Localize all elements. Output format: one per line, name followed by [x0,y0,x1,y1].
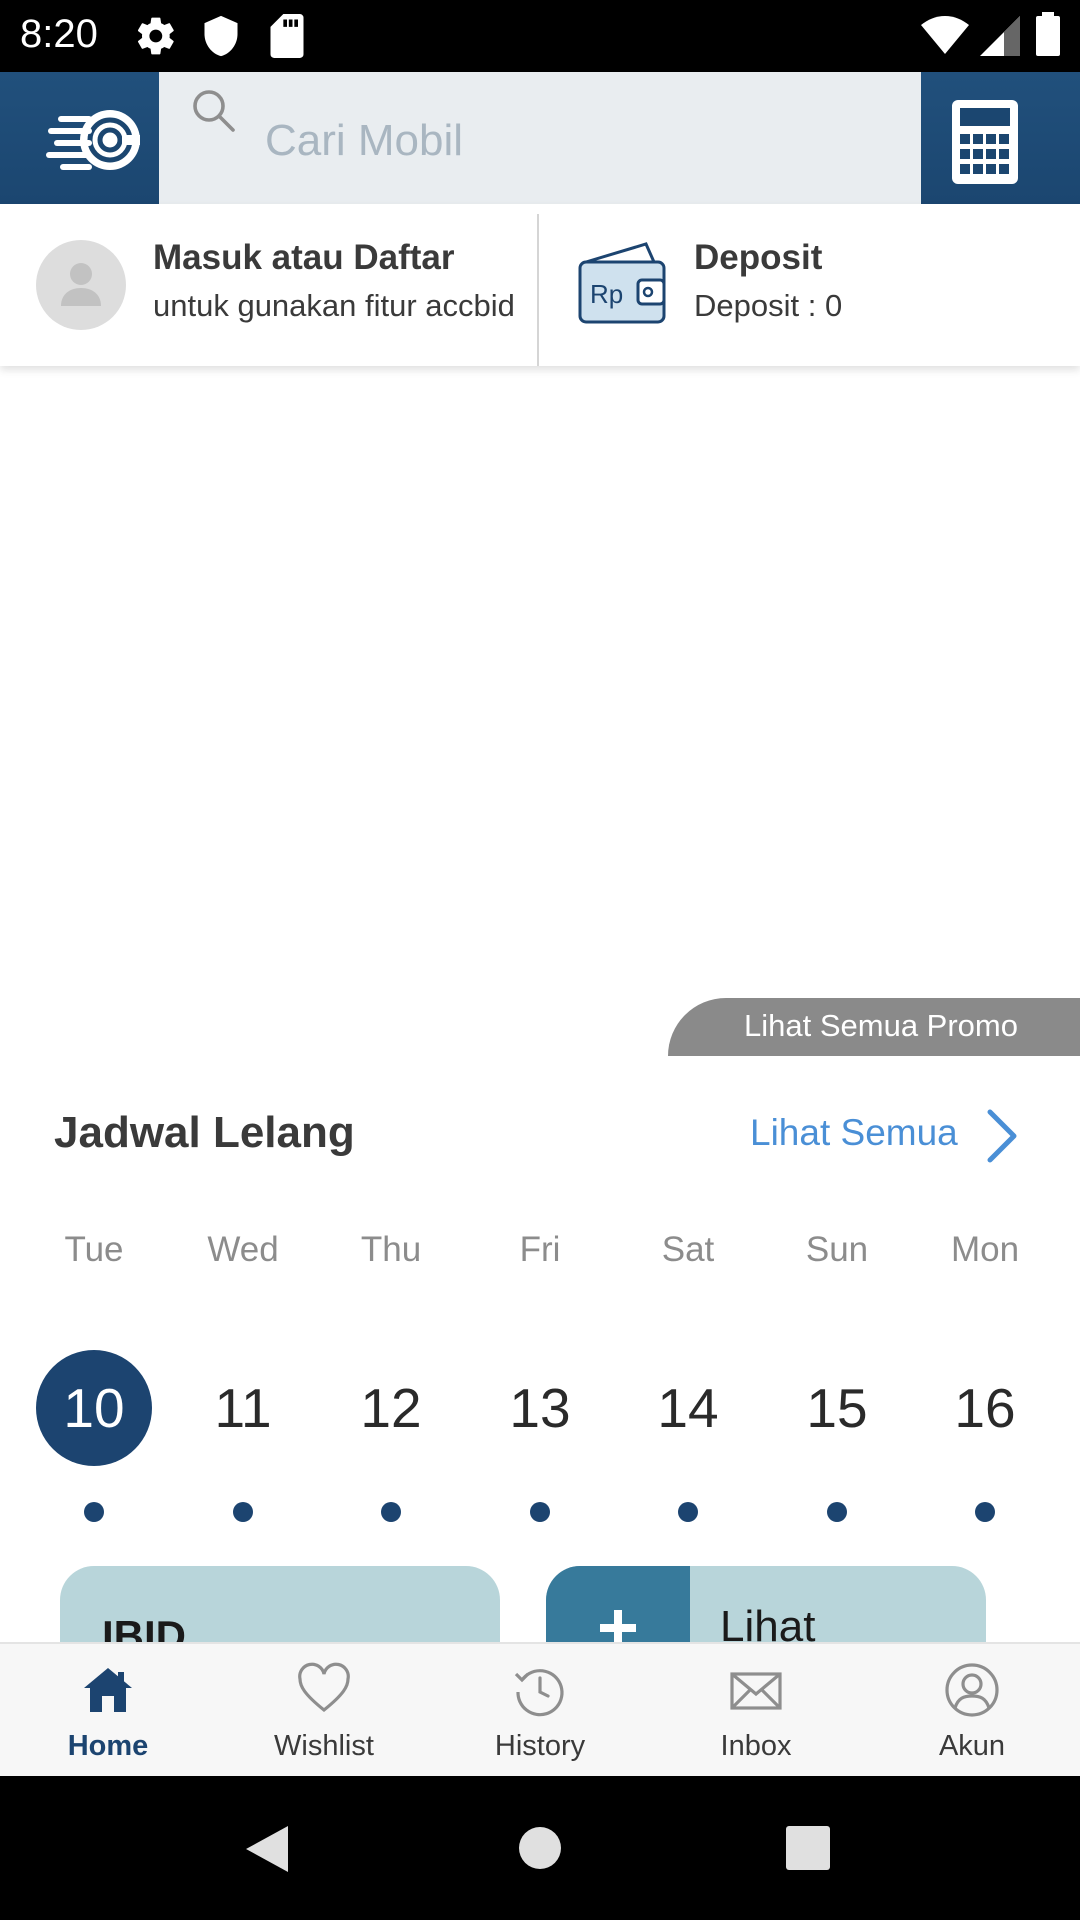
divider [537,214,539,366]
search-input[interactable] [265,106,885,176]
accbid-logo-icon[interactable] [40,102,150,178]
nav-home[interactable]: Home [0,1644,216,1776]
calculator-icon [952,100,1018,184]
deposit-card[interactable]: Rp Deposit Deposit : 0 [540,204,1080,366]
signal-icon [980,16,1020,56]
plus-box [546,1566,690,1646]
schedule-see-all-link[interactable]: Lihat Semua [750,1112,958,1154]
login-card[interactable]: Masuk atau Daftar untuk gunakan fitur ac… [0,204,538,366]
battery-icon [1036,12,1060,56]
date-sun[interactable]: 15 [763,1350,911,1466]
heart-icon [298,1662,350,1713]
nav-wishlist[interactable]: Wishlist [216,1644,432,1776]
sd-card-icon [270,14,304,58]
bottom-nav: Home Wishlist History Inbox Akun [0,1642,1080,1776]
plus-icon [600,1610,636,1646]
nav-akun-label: Akun [938,1730,1006,1762]
see-all-promo-button[interactable]: Lihat Semua Promo [668,998,1080,1056]
login-title: Masuk atau Daftar [153,238,455,277]
status-bar: 8:20 [0,0,1080,72]
wifi-icon [921,16,969,54]
back-icon[interactable] [244,1824,290,1874]
date-tue[interactable]: 10 [20,1350,168,1466]
nav-wishlist-label: Wishlist [274,1730,374,1762]
date-mon[interactable]: 16 [911,1350,1059,1466]
home-system-icon[interactable] [518,1826,562,1870]
day-label: Thu [360,1230,422,1269]
event-dot [827,1502,847,1522]
ibid-card[interactable]: IBID [60,1566,500,1646]
account-icon [945,1663,999,1717]
ibid-card-label: IBID [102,1612,186,1646]
nav-home-label: Home [67,1730,149,1762]
home-icon [84,1668,132,1712]
event-dot [84,1502,104,1522]
date-wed[interactable]: 11 [169,1350,317,1466]
wallet-icon: Rp [578,242,666,324]
lihat-card[interactable]: Lihat [546,1566,986,1646]
shield-icon [204,15,238,57]
lihat-card-label: Lihat [720,1602,816,1646]
system-nav-bar [0,1776,1080,1920]
event-dot [975,1502,995,1522]
svg-text:Rp: Rp [590,279,623,309]
app-header [0,72,1080,213]
deposit-title: Deposit [694,238,823,277]
day-label: Wed [207,1230,279,1269]
event-dot [530,1502,550,1522]
nav-inbox-label: Inbox [720,1730,792,1762]
search-icon [193,90,235,132]
nav-akun[interactable]: Akun [864,1644,1080,1776]
schedule-title: Jadwal Lelang [54,1108,355,1157]
day-label: Tue [64,1230,124,1269]
nav-history[interactable]: History [432,1644,648,1776]
status-time: 8:20 [20,12,98,56]
nav-history-label: History [494,1730,586,1762]
login-subtitle: untuk gunakan fitur accbid [153,288,515,323]
date-sat[interactable]: 14 [614,1350,762,1466]
day-label: Sun [805,1230,869,1269]
user-placeholder-icon [61,263,101,306]
search-bar[interactable] [159,72,921,213]
gear-icon [137,17,174,55]
account-row: Masuk atau Daftar untuk gunakan fitur ac… [0,204,1080,366]
recent-apps-icon[interactable] [786,1826,830,1870]
mail-icon [730,1672,782,1710]
calculator-button[interactable] [952,100,1018,184]
date-fri[interactable]: 13 [466,1350,614,1466]
event-dot [381,1502,401,1522]
deposit-value: Deposit : 0 [694,288,843,323]
nav-inbox[interactable]: Inbox [648,1644,864,1776]
day-label: Fri [519,1230,561,1269]
chevron-right-icon[interactable] [984,1108,1020,1164]
date-thu[interactable]: 12 [317,1350,465,1466]
day-label: Mon [950,1230,1020,1269]
history-icon [514,1669,564,1717]
day-label: Sat [661,1230,715,1269]
avatar [36,240,126,330]
event-dot [233,1502,253,1522]
event-dot [678,1502,698,1522]
